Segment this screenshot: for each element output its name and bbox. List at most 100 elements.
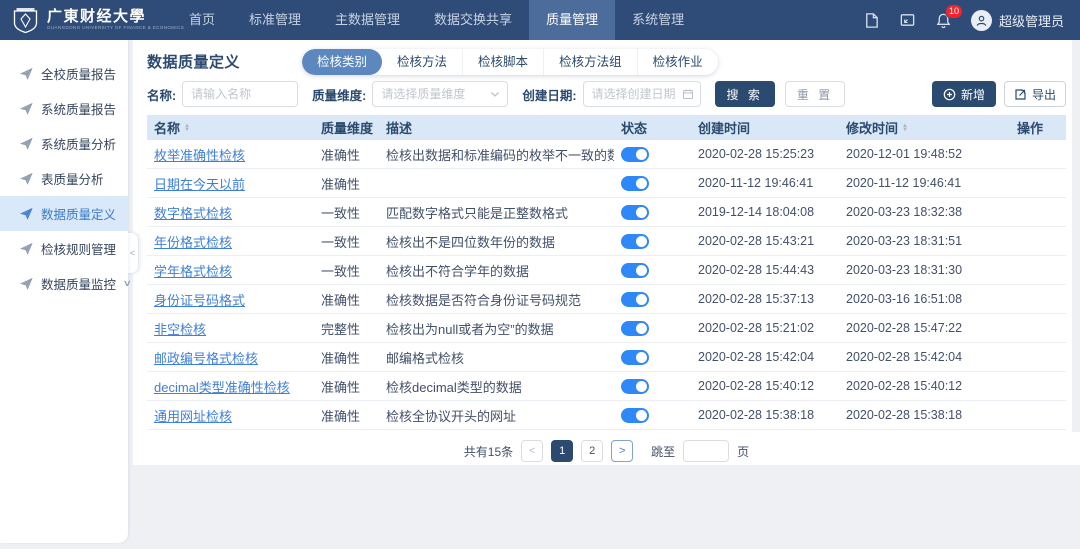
- tab-检核方法组[interactable]: 检核方法组: [544, 49, 638, 75]
- rule-name-link[interactable]: 年份格式检核: [154, 235, 232, 250]
- reset-button[interactable]: 重 置: [785, 81, 845, 107]
- modified-time-cell: 2020-02-28 15:47:22: [839, 321, 994, 335]
- rule-description-cell: 检核decimal类型的数据: [379, 377, 614, 396]
- nav-item-标准管理[interactable]: 标准管理: [232, 0, 318, 40]
- send-icon: [20, 172, 33, 185]
- status-toggle-on[interactable]: [621, 205, 649, 220]
- rule-name-link[interactable]: 通用网址检核: [154, 409, 232, 424]
- rule-name-link[interactable]: 数字格式检核: [154, 206, 232, 221]
- nav-item-数据交换共享[interactable]: 数据交换共享: [417, 0, 529, 40]
- sidebar-item-表质量分析[interactable]: 表质量分析: [0, 161, 128, 196]
- table-row: 日期在今天以前准确性2020-11-12 19:46:412020-11-12 …: [147, 169, 1066, 198]
- created-time-cell: 2020-02-28 15:40:12: [691, 379, 839, 393]
- status-toggle-on[interactable]: [621, 176, 649, 191]
- date-filter-field: [583, 81, 701, 107]
- rule-status-cell: [614, 292, 691, 307]
- rule-name-link[interactable]: 邮政编号格式检核: [154, 351, 258, 366]
- rule-name-cell: 数字格式检核: [147, 203, 314, 222]
- sidebar-item-检核规则管理[interactable]: 检核规则管理: [0, 231, 128, 266]
- status-toggle-on[interactable]: [621, 408, 649, 423]
- tab-检核作业[interactable]: 检核作业: [638, 49, 718, 75]
- rule-status-cell: [614, 205, 691, 220]
- rule-status-cell: [614, 147, 691, 162]
- rule-name-cell: 枚举准确性检核: [147, 145, 314, 164]
- university-logo[interactable]: 广東财经大學 GUANGDONG UNIVERSITY OF FINANCE &…: [0, 7, 172, 34]
- chevron-down-icon: ∨: [123, 278, 132, 289]
- rule-name-link[interactable]: 非空检核: [154, 322, 206, 337]
- created-time-cell: 2020-02-28 15:25:23: [691, 147, 839, 161]
- rule-name-link[interactable]: 学年格式检核: [154, 264, 232, 279]
- university-shield-emblem-icon: [12, 7, 39, 34]
- table-row: 非空检核完整性检核出为null或者为空”的数据2020-02-28 15:21:…: [147, 314, 1066, 343]
- sidebar-item-label: 系统质量分析: [41, 134, 116, 153]
- nav-item-主数据管理[interactable]: 主数据管理: [318, 0, 417, 40]
- sidebar-item-label: 数据质量定义: [41, 204, 116, 223]
- content-card: 数据质量定义 检核类别检核方法检核脚本检核方法组检核作业 名称: 质量维度: 创…: [133, 40, 1080, 465]
- fullscreen-icon[interactable]: [899, 12, 916, 29]
- nav-item-质量管理[interactable]: 质量管理: [529, 0, 615, 40]
- export-button[interactable]: 导出: [1004, 81, 1066, 107]
- rule-dimension-cell: 完整性: [314, 319, 379, 338]
- modified-time-cell: 2020-12-01 19:48:52: [839, 147, 994, 161]
- bell-icon[interactable]: 10: [935, 12, 952, 29]
- search-button[interactable]: 搜 索: [715, 81, 775, 107]
- column-header-创建时间: 创建时间: [691, 118, 839, 137]
- top-header: 广東财经大學 GUANGDONG UNIVERSITY OF FINANCE &…: [0, 0, 1080, 40]
- rule-name-link[interactable]: 日期在今天以前: [154, 177, 245, 192]
- rule-name-cell: decimal类型准确性检核: [147, 377, 314, 396]
- date-filter-label: 创建日期:: [522, 85, 576, 104]
- date-filter-input[interactable]: [583, 81, 701, 107]
- column-header-修改时间[interactable]: 修改时间 ▲▼: [839, 118, 994, 137]
- document-icon[interactable]: [863, 12, 880, 29]
- table-row: 身份证号码格式准确性检核数据是否符合身份证号码规范2020-02-28 15:3…: [147, 285, 1066, 314]
- sort-icon[interactable]: ▲▼: [184, 124, 190, 132]
- status-toggle-on[interactable]: [621, 321, 649, 336]
- tab-检核脚本[interactable]: 检核脚本: [463, 49, 544, 75]
- sidebar: 全校质量报告系统质量报告系统质量分析表质量分析数据质量定义检核规则管理数据质量监…: [0, 40, 128, 543]
- nav-item-首页[interactable]: 首页: [172, 0, 232, 40]
- status-toggle-on[interactable]: [621, 147, 649, 162]
- sidebar-item-label: 表质量分析: [41, 169, 104, 188]
- rule-dimension-cell: 准确性: [314, 348, 379, 367]
- next-page-button[interactable]: >: [611, 440, 633, 462]
- rule-dimension-cell: 一致性: [314, 203, 379, 222]
- sidebar-item-数据质量监控[interactable]: 数据质量监控∨: [0, 266, 128, 301]
- column-header-label: 修改时间: [846, 118, 898, 137]
- jump-page-input[interactable]: [683, 440, 729, 462]
- prev-page-button[interactable]: <: [521, 440, 543, 462]
- nav-item-系统管理[interactable]: 系统管理: [615, 0, 701, 40]
- sidebar-item-系统质量分析[interactable]: 系统质量分析: [0, 126, 128, 161]
- scrollbar-track[interactable]: [1072, 40, 1080, 432]
- table-row: 通用网址检核准确性检核全协议开头的网址2020-02-28 15:38:1820…: [147, 401, 1066, 430]
- rule-dimension-cell: 准确性: [314, 290, 379, 309]
- tab-检核类别[interactable]: 检核类别: [302, 49, 382, 75]
- created-time-cell: 2020-11-12 19:46:41: [691, 176, 839, 190]
- status-toggle-on[interactable]: [621, 292, 649, 307]
- created-time-cell: 2020-02-28 15:44:43: [691, 263, 839, 277]
- jump-suffix-label: 页: [737, 443, 749, 460]
- column-header-名称[interactable]: 名称▲▼: [147, 118, 314, 137]
- page-button-2[interactable]: 2: [581, 440, 603, 462]
- rule-name-link[interactable]: decimal类型准确性检核: [154, 380, 290, 395]
- rule-name-link[interactable]: 身份证号码格式: [154, 293, 245, 308]
- status-toggle-on[interactable]: [621, 234, 649, 249]
- tab-检核方法[interactable]: 检核方法: [382, 49, 463, 75]
- sidebar-collapse-handle[interactable]: <: [127, 232, 139, 274]
- sidebar-item-全校质量报告[interactable]: 全校质量报告: [0, 56, 128, 91]
- status-toggle-on[interactable]: [621, 350, 649, 365]
- sort-icon[interactable]: ▲▼: [902, 124, 908, 132]
- status-toggle-on[interactable]: [621, 379, 649, 394]
- filter-row: 名称: 质量维度: 创建日期: 搜 索 重 置: [147, 78, 1066, 110]
- rule-name-link[interactable]: 枚举准确性检核: [154, 148, 245, 163]
- created-time-cell: 2020-02-28 15:37:13: [691, 292, 839, 306]
- page-title: 数据质量定义: [147, 51, 240, 72]
- sidebar-item-数据质量定义[interactable]: 数据质量定义: [0, 196, 128, 231]
- name-filter-input[interactable]: [182, 81, 298, 107]
- rule-status-cell: [614, 176, 691, 191]
- sidebar-item-系统质量报告[interactable]: 系统质量报告: [0, 91, 128, 126]
- status-toggle-on[interactable]: [621, 263, 649, 278]
- dimension-filter-select[interactable]: [372, 81, 508, 107]
- user-menu[interactable]: 超级管理员: [971, 10, 1064, 31]
- add-button[interactable]: 新增: [932, 81, 996, 107]
- page-button-1[interactable]: 1: [551, 440, 573, 462]
